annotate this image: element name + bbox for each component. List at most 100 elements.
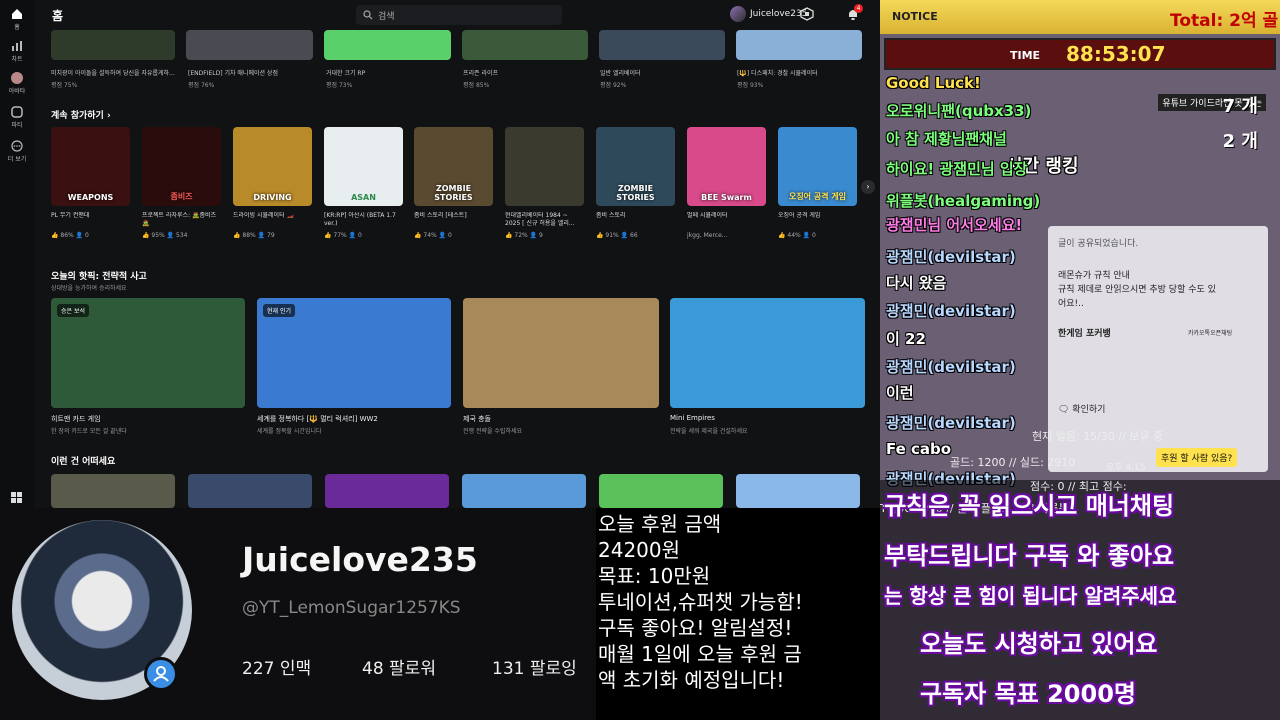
game-title: 좀비 스토리 [테스트] [414,212,467,219]
game-thumbnail[interactable] [51,30,175,60]
user-profile-link[interactable]: Juicelove235 [730,6,807,22]
game-stats: 👍 86% 👤 0 [51,232,89,239]
game-title[interactable]: [🔱] 디스패치: 경찰 시뮬레이터 [737,68,861,77]
sidebar-item-avatar[interactable]: 아바타 [0,72,34,95]
scroll-right-button[interactable]: › [861,180,875,194]
game-thumbnail[interactable] [186,30,313,60]
game-thumbnail[interactable] [599,30,725,60]
featured-desc: 한 장의 카드로 모든 걸 끝낸다 [51,428,127,435]
chart-icon [12,41,22,51]
donation-line: 24200원 [598,538,681,562]
chat-message: 하이요! 광잼민님 입장 [886,160,1028,178]
donation-line: 액 초기화 예정입니다! [598,668,785,692]
game-title[interactable]: [ENDFIELD] 기차 애니메이션 상점 [188,68,312,77]
caption-line: 오늘도 시청하고 있어요 [920,630,1158,658]
game-stats: jkgg, Merce... [687,232,728,239]
notification-badge: 4 [854,4,863,13]
game-title: 오징어 공격 게임 [778,212,821,219]
search-input[interactable]: 검색 [356,5,562,25]
game-thumbnail: BEE Swarm [687,127,766,206]
sidebar-item-label: 더 보기 [7,156,27,163]
featured-badge: 현재 인기 [263,304,295,317]
game-card[interactable]: 좀비즈 프로젝트 라자루스: 🧟좀비즈🧟 👍 95% 👤 534 [142,127,221,249]
featured-game-card[interactable]: 현재 인기 [257,298,451,408]
game-thumbnail: 오징어 공격 게임 [778,127,857,206]
featured-title[interactable]: 히트맨 카드 게임 [51,414,101,424]
game-title: 프로젝트 라자루스: 🧟좀비즈🧟 [142,212,217,227]
featured-game-card[interactable] [670,298,865,408]
game-thumbnail[interactable] [51,474,175,508]
sidebar-item-home[interactable]: 홈 [0,8,34,31]
chat-message: 다시 왔음 [886,274,947,292]
chat-message: 광잼민(devilstar) [886,248,1016,266]
chat-message: 오로위니팬(qubx33) [886,102,1032,120]
sidebar-item-more[interactable]: 더 보기 [0,140,34,163]
game-thumbnail[interactable] [188,474,312,508]
game-thumbnail[interactable] [462,30,588,60]
friends-count[interactable]: 227 인맥 [242,654,311,679]
game-card[interactable]: ASAN [KR:RP] 아산시 (BETA 1.7 ver.) 👍 77% 👤… [324,127,403,249]
game-title: 좀비 스토리 [596,212,626,219]
sidebar-item-label: 파티 [11,122,23,129]
game-thumbnail[interactable] [325,474,449,508]
sidebar-item-charts[interactable]: 차트 [0,40,34,63]
sidebar-item-party[interactable]: 파티 [0,106,34,129]
sidebar-item-label: 홈 [14,24,20,31]
donate-question-bubble: 후원 할 사람 있음? [1156,448,1238,467]
card-shared-text: 글이 공유되었습니다. [1058,239,1139,249]
game-stats: 👍 44% 👤 0 [778,232,816,239]
game-thumbnail[interactable] [599,474,723,508]
profile-panel: Juicelove235 @YT_LemonSugar1257KS 227 인맥… [0,508,596,720]
section-title-continue[interactable]: 계속 참가하기 › [51,108,111,121]
game-thumbnail: ASAN [324,127,403,206]
featured-title[interactable]: 제국 충돌 [463,414,491,424]
game-title[interactable]: 거대한 크기 RP [326,68,450,77]
profile-display-name: Juicelove235 [242,540,478,579]
featured-badge: 승은 보석 [57,304,89,317]
game-rating: 평점 92% [600,82,627,89]
card-confirm-button[interactable]: 🗨 확인하기 [1058,402,1105,415]
game-title: 드라이빙 시뮬레이터 🏎️ [233,212,294,219]
username: Juicelove235 [750,9,808,19]
game-card[interactable]: WEAPONS PL 무기 컨맨대 👍 86% 👤 0 [51,127,130,249]
sidebar-item-label: 차트 [11,56,23,63]
game-title[interactable]: 일반 엘리베이터 [600,68,724,77]
game-rating: 평점 75% [51,82,78,89]
page-title: 홈 [52,9,64,23]
game-title: 현대엘리베이터 1984 ~ 2025 [ 신규 허용을 엘리... [505,212,575,227]
game-card[interactable]: 현대엘리베이터 1984 ~ 2025 [ 신규 허용을 엘리... 👍 72%… [505,127,584,249]
robux-icon[interactable] [800,7,814,21]
game-title[interactable]: 미치광이 아이돌을 설득하여 당신을 자유롭게하... [51,68,175,77]
game-card[interactable]: ZOMBIE STORIES 좀비 스토리 [테스트] 👍 74% 👤 0 [414,127,493,249]
chat-message: 광잼민(devilstar) [886,302,1016,320]
game-card[interactable]: BEE Swarm 벌떼 시뮬레이터 jkgg, Merce... [687,127,766,249]
featured-title[interactable]: 세계를 정복하다 [🔱 멀티 럭셔리] WW2 [257,414,378,424]
featured-title[interactable]: Mini Empires [670,414,715,422]
card-rule-line: 규칙 제데로 안읽으시면 추방 당할 수도 있 [1058,285,1216,295]
game-card[interactable]: ZOMBIE STORIES 좀비 스토리 👍 91% 👤 66 [596,127,675,249]
game-thumbnail[interactable] [462,474,586,508]
windows-icon[interactable] [11,492,23,504]
search-placeholder: 검색 [378,12,395,22]
featured-game-card[interactable]: 승은 보석 [51,298,245,408]
game-card[interactable]: 오징어 공격 게임 오징어 공격 게임 👍 44% 👤 0 [778,127,857,249]
caption-line: 구독자 목표 2000명 [920,680,1136,708]
following-count[interactable]: 131 팔로잉 [492,654,577,679]
game-status-line: 골드: 1200 // 실드: 2910 [950,456,1076,469]
chat-message: 아 참 제황님팬채널 [886,130,1007,148]
featured-desc: 전략을 세워 제국을 건설하세요 [670,428,748,435]
game-card[interactable]: DRIVING 드라이빙 시뮬레이터 🏎️ 👍 88% 👤 79 [233,127,312,249]
game-thumbnail[interactable] [736,474,860,508]
followers-count[interactable]: 48 팔로워 [362,654,436,679]
game-title[interactable]: 프리즌 라이프 [463,68,587,77]
notice-label: NOTICE [892,10,938,23]
chat-timestamp: 오후 4:15 [1106,463,1146,473]
game-thumbnail[interactable] [736,30,862,60]
featured-game-card[interactable] [463,298,659,408]
game-thumbnail[interactable] [324,30,451,60]
chat-message: 광잼민님 어서오세요! [886,216,1023,234]
donation-panel: 오늘 후원 금액 24200원 목표: 10만원 투네이션,슈퍼챗 가능함! 구… [596,508,882,720]
game-stats: 👍 77% 👤 0 [324,232,362,239]
section-title-maybe[interactable]: 이런 건 어떠세요 [51,454,115,467]
section-title-hot[interactable]: 오늘의 핫픽: 전략적 사고 [51,269,147,282]
